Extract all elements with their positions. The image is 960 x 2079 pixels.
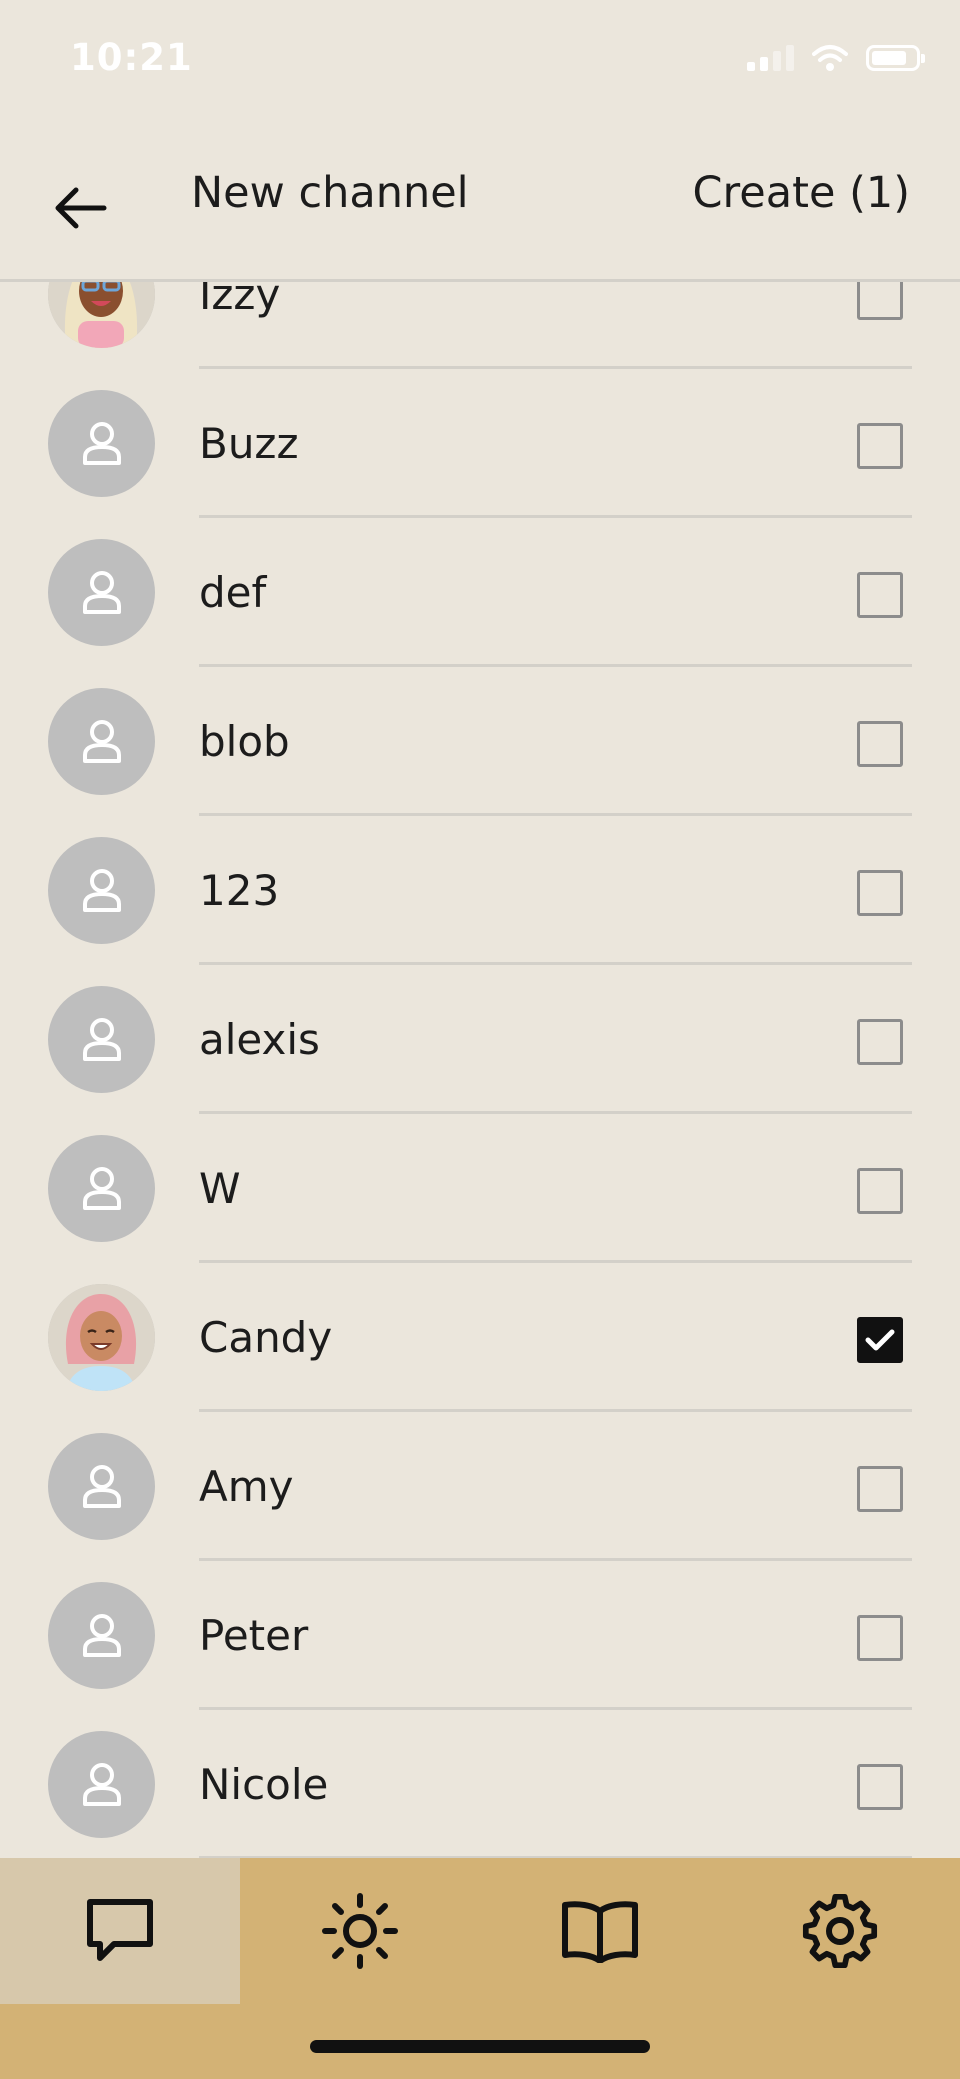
contact-row[interactable]: Izzy xyxy=(0,282,960,369)
avatar xyxy=(48,1433,155,1540)
status-time: 10:21 xyxy=(70,36,193,79)
contact-name: def xyxy=(199,568,267,617)
tab-bar xyxy=(0,1858,960,2079)
select-checkbox[interactable] xyxy=(857,282,903,320)
contact-name: alexis xyxy=(199,1015,320,1064)
default-person-icon xyxy=(82,1464,121,1508)
checkmark-icon xyxy=(865,1329,895,1351)
status-bar: 10:21 xyxy=(0,0,960,120)
gear-icon xyxy=(802,1893,878,1969)
select-checkbox[interactable] xyxy=(857,870,903,916)
contact-name: Amy xyxy=(199,1462,294,1511)
select-checkbox[interactable] xyxy=(857,1764,903,1810)
select-checkbox[interactable] xyxy=(857,1615,903,1661)
avatar xyxy=(48,539,155,646)
wifi-icon xyxy=(812,45,848,71)
contact-name: 123 xyxy=(199,866,280,915)
tab-chats[interactable] xyxy=(0,1858,240,2004)
contact-name: Nicole xyxy=(199,1760,329,1809)
contact-list[interactable]: Izzy Buzz def blob 123 alexis W Candy Amy Peter Ni… xyxy=(0,282,960,1858)
avatar xyxy=(48,837,155,944)
emoji-avatar-icon xyxy=(48,282,155,348)
status-icons xyxy=(747,44,925,72)
contact-row[interactable]: def xyxy=(0,518,960,667)
select-checkbox[interactable] xyxy=(857,423,903,469)
chat-bubble-icon xyxy=(87,1899,153,1961)
select-checkbox[interactable] xyxy=(857,1317,903,1363)
sun-icon xyxy=(322,1893,398,1969)
tab-library[interactable] xyxy=(480,1858,720,2004)
contact-name: Buzz xyxy=(199,419,299,468)
open-book-icon xyxy=(562,1901,638,1963)
avatar xyxy=(48,986,155,1093)
avatar xyxy=(48,688,155,795)
tab-sun[interactable] xyxy=(240,1858,480,2004)
default-person-icon xyxy=(82,1017,121,1061)
select-checkbox[interactable] xyxy=(857,1168,903,1214)
contact-row[interactable]: Peter xyxy=(0,1561,960,1710)
arrow-left-icon xyxy=(55,187,107,229)
default-person-icon xyxy=(82,1166,121,1210)
header: New channel Create (1) xyxy=(0,120,960,282)
cellular-signal-icon xyxy=(747,45,794,71)
avatar xyxy=(48,1135,155,1242)
select-checkbox[interactable] xyxy=(857,572,903,618)
default-person-icon xyxy=(82,868,121,912)
contact-row[interactable]: Amy xyxy=(0,1412,960,1561)
contact-row[interactable]: Candy xyxy=(0,1263,960,1412)
avatar xyxy=(48,1731,155,1838)
contact-row[interactable]: Nicole xyxy=(0,1710,960,1858)
default-person-icon xyxy=(82,1762,121,1806)
home-indicator xyxy=(310,2040,650,2053)
contact-row[interactable]: Buzz xyxy=(0,369,960,518)
contact-row[interactable]: W xyxy=(0,1114,960,1263)
default-person-icon xyxy=(82,1613,121,1657)
contact-row[interactable]: blob xyxy=(0,667,960,816)
avatar xyxy=(48,282,155,348)
avatar xyxy=(48,390,155,497)
create-button[interactable]: Create (1) xyxy=(693,168,910,218)
back-button[interactable] xyxy=(40,168,120,248)
contact-name: Candy xyxy=(199,1313,333,1362)
contact-row[interactable]: 123 xyxy=(0,816,960,965)
contact-name: Izzy xyxy=(199,282,281,319)
tab-settings[interactable] xyxy=(720,1858,960,2004)
contact-name: Peter xyxy=(199,1611,309,1660)
avatar xyxy=(48,1582,155,1689)
select-checkbox[interactable] xyxy=(857,1466,903,1512)
contact-row[interactable]: alexis xyxy=(0,965,960,1114)
battery-icon xyxy=(866,45,925,71)
select-checkbox[interactable] xyxy=(857,721,903,767)
default-person-icon xyxy=(82,570,121,614)
contact-name: W xyxy=(199,1164,241,1213)
select-checkbox[interactable] xyxy=(857,1019,903,1065)
page-title: New channel xyxy=(191,168,469,218)
contact-name: blob xyxy=(199,717,290,766)
avatar xyxy=(48,1284,155,1391)
emoji-avatar-icon xyxy=(48,1284,155,1391)
default-person-icon xyxy=(82,421,121,465)
default-person-icon xyxy=(82,719,121,763)
